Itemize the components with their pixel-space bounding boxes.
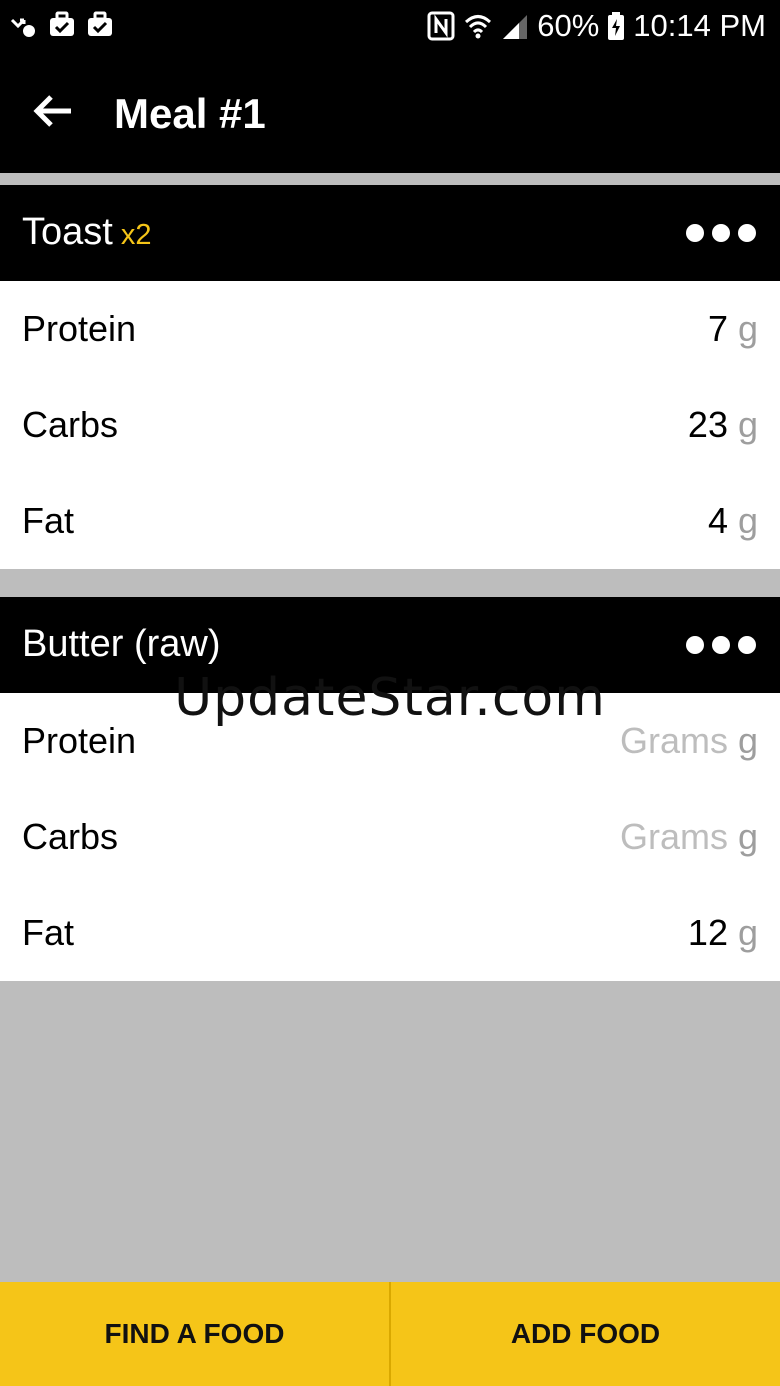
nutrient-label: Carbs (22, 816, 119, 857)
nfc-icon (427, 11, 455, 41)
nutrient-card-toast: Protein g Carbs g Fat g (0, 281, 780, 569)
nutrient-label: Protein (22, 720, 137, 761)
fat-grams-input[interactable] (587, 500, 728, 542)
briefcase-icon (50, 11, 74, 36)
nutrient-label: Carbs (22, 404, 119, 445)
find-a-food-button[interactable]: FIND A FOOD (0, 1282, 389, 1386)
food-header-butter[interactable]: Butter (raw) (0, 597, 780, 693)
nutrient-row-fat: Fat g (0, 885, 780, 981)
food-name: Butter (raw) (22, 623, 221, 665)
unit-label: g (737, 720, 758, 761)
bottom-action-bar: FIND A FOOD ADD FOOD (0, 1282, 780, 1386)
more-options-button[interactable] (686, 215, 756, 251)
nutrient-label: Fat (22, 500, 75, 541)
unit-label: g (737, 500, 758, 541)
protein-grams-input[interactable] (587, 720, 728, 762)
nutrient-label: Fat (22, 912, 75, 953)
notification-icons (8, 10, 114, 40)
more-dots-icon (686, 636, 704, 654)
add-food-button[interactable]: ADD FOOD (391, 1282, 780, 1386)
status-bar: 60% 10:14 PM (0, 0, 780, 54)
arrow-left-icon (33, 95, 71, 127)
back-button[interactable] (26, 84, 80, 138)
signal-icon (503, 15, 528, 39)
page-title: Meal #1 (114, 90, 266, 137)
fat-grams-input[interactable] (587, 912, 728, 954)
food-quantity: x2 (120, 219, 152, 251)
unit-label: g (737, 816, 758, 857)
nutrient-card-butter: Protein g Carbs g Fat g (0, 693, 780, 981)
briefcase-icon (88, 11, 112, 36)
battery-charging-icon (608, 12, 625, 40)
unit-label: g (737, 404, 758, 445)
app-bar: Meal #1 (0, 54, 780, 173)
unit-label: g (737, 308, 758, 349)
wifi-icon (465, 15, 492, 39)
nutrient-row-protein: Protein g (0, 693, 780, 789)
more-options-button[interactable] (686, 627, 756, 663)
carbs-grams-input[interactable] (587, 816, 728, 858)
nutrient-row-protein: Protein g (0, 281, 780, 377)
nutrient-row-fat: Fat g (0, 473, 780, 569)
unit-label: g (737, 912, 758, 953)
protein-grams-input[interactable] (587, 308, 728, 350)
battery-percent: 60% (537, 8, 600, 43)
system-status: 60% 10:14 PM (427, 6, 766, 46)
nutrient-label: Protein (22, 308, 137, 349)
missed-call-icon (10, 18, 35, 37)
clock: 10:14 PM (633, 8, 766, 43)
nutrient-row-carbs: Carbs g (0, 377, 780, 473)
more-dots-icon (686, 224, 704, 242)
nutrient-row-carbs: Carbs g (0, 789, 780, 885)
food-name: Toast (22, 211, 113, 253)
carbs-grams-input[interactable] (587, 404, 728, 446)
food-header-toast[interactable]: Toast x2 (0, 185, 780, 281)
